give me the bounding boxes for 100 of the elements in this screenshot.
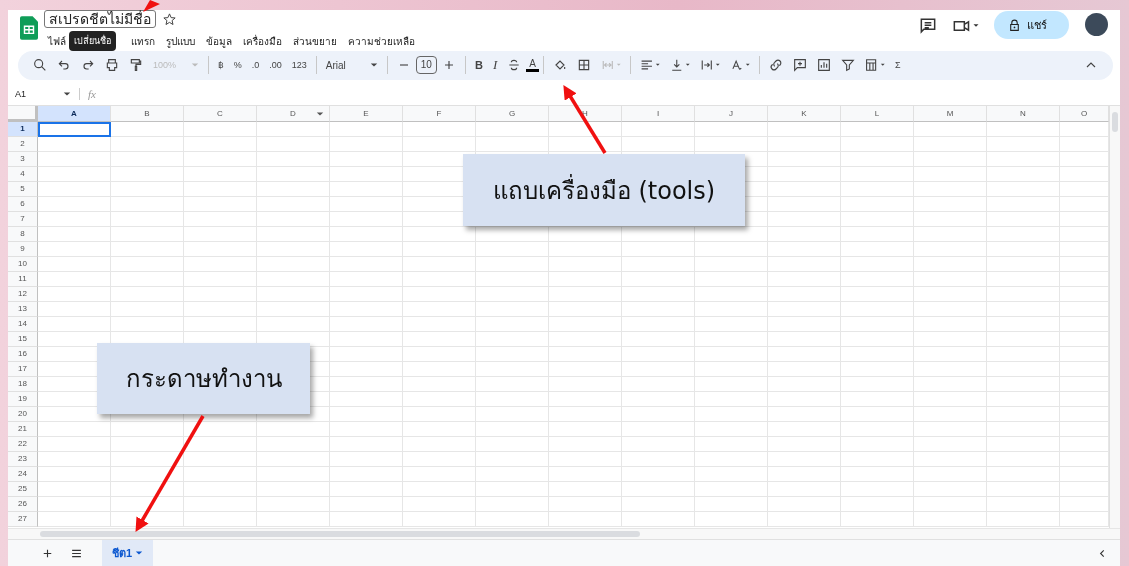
grid-cell[interactable] — [841, 466, 914, 482]
grid-cell[interactable] — [622, 496, 695, 512]
grid-cell[interactable] — [403, 361, 476, 377]
grid-cell[interactable] — [622, 286, 695, 302]
grid-cell[interactable] — [111, 121, 184, 137]
grid-cell[interactable] — [622, 376, 695, 392]
grid-cell[interactable] — [184, 286, 257, 302]
grid-cell[interactable] — [330, 286, 403, 302]
grid-cell[interactable] — [549, 406, 622, 422]
caret-icon[interactable] — [63, 89, 71, 98]
grid-cell[interactable] — [403, 451, 476, 467]
grid-cell[interactable] — [987, 316, 1060, 332]
grid-cell[interactable] — [403, 256, 476, 272]
grid-cell[interactable] — [38, 271, 111, 287]
menu-item[interactable]: แทรก — [131, 34, 155, 49]
grid-cell[interactable] — [914, 256, 987, 272]
grid-cell[interactable] — [38, 301, 111, 317]
comment-icon[interactable] — [918, 16, 938, 36]
grid-cell[interactable] — [695, 136, 768, 152]
grid-cell[interactable] — [695, 361, 768, 377]
grid-cell[interactable] — [184, 436, 257, 452]
link-icon[interactable] — [767, 57, 784, 74]
grid-cell[interactable] — [914, 196, 987, 212]
grid-cell[interactable] — [111, 421, 184, 437]
grid-cell[interactable] — [111, 241, 184, 257]
grid-cell[interactable] — [768, 346, 841, 362]
grid-cell[interactable] — [257, 151, 330, 167]
grid-cell[interactable] — [914, 376, 987, 392]
grid-cell[interactable] — [549, 241, 622, 257]
grid-cell[interactable] — [549, 391, 622, 407]
grid-cell[interactable] — [476, 256, 549, 272]
grid-cell[interactable] — [768, 511, 841, 527]
grid-cell[interactable] — [549, 121, 622, 137]
grid-cell[interactable] — [403, 481, 476, 497]
grid-cell[interactable] — [257, 196, 330, 212]
grid-cell[interactable] — [330, 166, 403, 182]
grid-cell[interactable] — [330, 481, 403, 497]
grid-cell[interactable] — [768, 481, 841, 497]
grid-cell[interactable] — [841, 181, 914, 197]
grid-cell[interactable] — [184, 466, 257, 482]
grid-cell[interactable] — [38, 241, 111, 257]
grid-cell[interactable] — [987, 421, 1060, 437]
grid-cell[interactable] — [841, 331, 914, 347]
menu-item[interactable]: ไฟล์ — [48, 34, 66, 49]
grid-cell[interactable] — [841, 391, 914, 407]
grid-cell[interactable] — [841, 496, 914, 512]
grid-cell[interactable] — [330, 256, 403, 272]
grid-cell[interactable] — [257, 436, 330, 452]
grid-cell[interactable] — [184, 451, 257, 467]
grid-cell[interactable] — [111, 151, 184, 167]
grid-cell[interactable] — [549, 136, 622, 152]
grid-cell[interactable] — [330, 316, 403, 332]
grid-cell[interactable] — [768, 376, 841, 392]
grid-cell[interactable] — [695, 346, 768, 362]
grid-cell[interactable] — [768, 226, 841, 242]
grid-cell[interactable] — [330, 496, 403, 512]
grid-cell[interactable] — [111, 166, 184, 182]
grid-cell[interactable] — [111, 511, 184, 527]
grid-cell[interactable] — [330, 271, 403, 287]
grid-cell[interactable] — [841, 286, 914, 302]
grid-cell[interactable] — [184, 166, 257, 182]
grid-cell[interactable] — [184, 256, 257, 272]
grid-cell[interactable] — [111, 271, 184, 287]
document-title-field[interactable]: สเปรดชีตไม่มีชื่อ — [44, 10, 156, 28]
grid-cell[interactable] — [330, 346, 403, 362]
grid-cell[interactable] — [184, 136, 257, 152]
grid-cell[interactable] — [476, 421, 549, 437]
grid-cell[interactable] — [476, 361, 549, 377]
grid-cell[interactable] — [476, 241, 549, 257]
grid-cell[interactable] — [476, 481, 549, 497]
grid-cell[interactable] — [914, 286, 987, 302]
horizontal-scrollbar[interactable] — [8, 528, 1120, 539]
grid-cell[interactable] — [695, 496, 768, 512]
grid-cell[interactable] — [257, 166, 330, 182]
grid-cell[interactable] — [841, 316, 914, 332]
grid-cell[interactable] — [111, 496, 184, 512]
grid-cell[interactable] — [257, 316, 330, 332]
grid-cell[interactable] — [184, 496, 257, 512]
grid-cell[interactable] — [403, 346, 476, 362]
grid-cell[interactable] — [695, 376, 768, 392]
grid-cell[interactable] — [403, 286, 476, 302]
grid-cell[interactable] — [914, 211, 987, 227]
grid-cell[interactable] — [768, 436, 841, 452]
grid-cell[interactable] — [622, 481, 695, 497]
grid-cell[interactable] — [914, 181, 987, 197]
grid-cell[interactable] — [622, 301, 695, 317]
grid-cell[interactable] — [257, 241, 330, 257]
grid-cell[interactable] — [768, 166, 841, 182]
grid-cell[interactable] — [914, 271, 987, 287]
grid-cell[interactable] — [987, 361, 1060, 377]
grid-cell[interactable] — [38, 421, 111, 437]
grid-cell[interactable] — [184, 226, 257, 242]
menu-item[interactable]: ข้อมูล — [206, 34, 232, 49]
grid-cell[interactable] — [987, 436, 1060, 452]
grid-cell[interactable] — [622, 256, 695, 272]
grid-cell[interactable] — [403, 301, 476, 317]
grid-cell[interactable] — [330, 376, 403, 392]
grid-cell[interactable] — [330, 406, 403, 422]
grid-cell[interactable] — [987, 466, 1060, 482]
grid-cell[interactable] — [549, 421, 622, 437]
